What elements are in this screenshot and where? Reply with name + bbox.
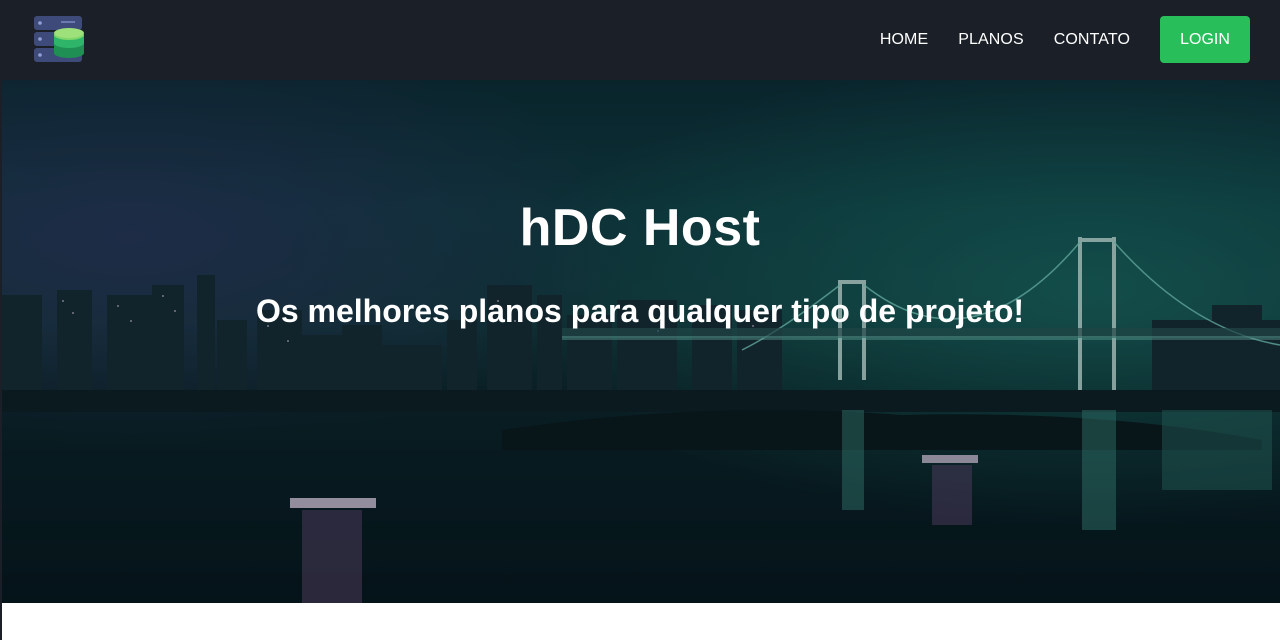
hero-subtitle: Os melhores planos para qualquer tipo de…: [255, 293, 1025, 329]
navbar: HOME PLANOS CONTATO LOGIN: [0, 0, 1280, 80]
login-button[interactable]: LOGIN: [1160, 16, 1250, 63]
main-nav: HOME PLANOS CONTATO LOGIN: [880, 16, 1250, 63]
hero-overlay: [2, 80, 1280, 603]
hero-banner: [2, 80, 1280, 603]
nav-contato-link[interactable]: CONTATO: [1054, 31, 1130, 49]
hero-title: hDC Host: [519, 199, 761, 257]
logo-icon[interactable]: [33, 15, 85, 65]
nav-planos-link[interactable]: PLANOS: [958, 31, 1024, 49]
nav-home-link[interactable]: HOME: [880, 31, 928, 49]
